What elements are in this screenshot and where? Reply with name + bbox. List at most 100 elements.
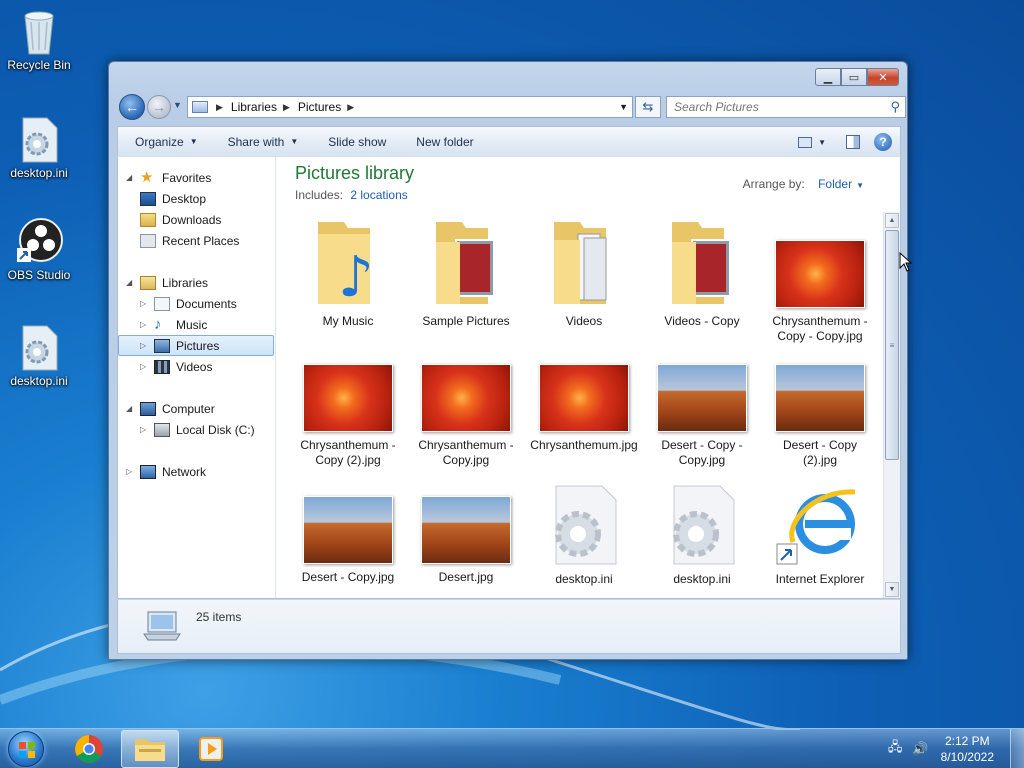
tree-computer[interactable]: ◢ Computer (126, 398, 274, 419)
address-row: ← → ▼ ▶ Libraries ▶ Pictures ▶ ▼ ⇆ ⚲ (117, 94, 906, 120)
minimize-button[interactable]: ▁ (815, 68, 841, 86)
laptop-icon (142, 610, 182, 642)
share-with-button[interactable]: Share with ▼ (228, 135, 299, 149)
close-button[interactable]: ✕ (867, 68, 899, 86)
new-folder-button[interactable]: New folder (416, 135, 473, 149)
taskbar-explorer[interactable] (121, 730, 179, 768)
file-item-sample-pictures[interactable]: Sample Pictures (411, 212, 521, 329)
file-item-chrysanthemum-copy[interactable]: Chrysanthemum - Copy.jpg (411, 364, 521, 468)
help-icon[interactable]: ? (874, 133, 892, 151)
file-item-internet-explorer[interactable]: Internet Explorer (765, 482, 875, 587)
vertical-scrollbar[interactable]: ▲ ≡ ▼ (883, 212, 900, 598)
expand-icon[interactable]: ▷ (140, 341, 150, 350)
file-item-desktop-ini[interactable]: desktop.ini (529, 482, 639, 587)
scrollbar-thumb[interactable]: ≡ (885, 230, 899, 460)
address-dropdown-icon[interactable]: ▼ (619, 102, 628, 112)
scroll-up-icon[interactable]: ▲ (885, 213, 899, 228)
tree-favorites[interactable]: ◢ ★ Favorites (126, 167, 274, 188)
change-view-icon[interactable] (798, 136, 813, 148)
pictures-folder-icon (662, 212, 742, 308)
preview-pane-icon[interactable] (846, 135, 860, 149)
file-name: Chrysanthemum - Copy - Copy.jpg (772, 314, 868, 343)
address-bar[interactable]: ▶ Libraries ▶ Pictures ▶ ▼ (187, 96, 633, 118)
file-item-desert-copy-copy[interactable]: Desert - Copy - Copy.jpg (647, 364, 757, 468)
desktop-icon-desktop-ini[interactable]: desktop.ini (1, 114, 77, 180)
tree-label: Videos (176, 359, 213, 374)
file-item-desert-copy[interactable]: Desert - Copy.jpg (293, 496, 403, 585)
desktop-icon-label: OBS Studio (7, 268, 71, 282)
desktop-icon-recycle-bin[interactable]: Recycle Bin (1, 6, 77, 72)
tree-item-downloads[interactable]: Downloads (140, 209, 274, 230)
breadcrumb-separator-icon[interactable]: ▶ (283, 102, 290, 113)
file-item-chrysanthemum[interactable]: Chrysanthemum.jpg (529, 364, 639, 453)
arrange-by-label: Arrange by: (742, 177, 805, 191)
file-item-videos[interactable]: Videos (529, 212, 639, 329)
refresh-button[interactable]: ⇆ (635, 96, 661, 118)
search-box[interactable]: ⚲ (666, 96, 906, 118)
expand-icon[interactable]: ▷ (140, 362, 150, 371)
arrange-by-dropdown[interactable]: Folder (818, 177, 852, 191)
file-item-my-music[interactable]: ♪ My Music (293, 212, 403, 329)
network-tray-icon[interactable]: 🖧 (888, 738, 903, 760)
tree-network[interactable]: ▷ Network (126, 461, 274, 482)
file-name: Sample Pictures (422, 314, 510, 328)
svg-text:♪: ♪ (338, 245, 374, 308)
favorites-star-icon: ★ (140, 168, 154, 186)
breadcrumb-separator-icon[interactable]: ▶ (216, 102, 223, 113)
view-options-dropdown-icon[interactable]: ▼ (818, 138, 826, 147)
settings-file-icon (15, 322, 63, 371)
start-button[interactable] (4, 729, 48, 768)
desktop-icon-desktop-ini-2[interactable]: desktop.ini (1, 322, 77, 388)
search-icon[interactable]: ⚲ (890, 99, 900, 115)
tree-item-music[interactable]: ▷ ♪ Music (140, 314, 274, 335)
maximize-button[interactable]: ▭ (841, 68, 867, 86)
clock[interactable]: 2:12 PM 8/10/2022 (941, 733, 994, 765)
file-item-desktop-ini-2[interactable]: desktop.ini (647, 482, 757, 587)
forward-button[interactable]: → (147, 95, 171, 119)
desktop-icon (140, 191, 156, 206)
desktop-icon-obs-studio[interactable]: OBS Studio (1, 216, 77, 282)
expand-icon[interactable]: ▷ (140, 299, 150, 308)
tree-item-documents[interactable]: ▷ Documents (140, 293, 274, 314)
details-pane: 25 items (117, 599, 901, 654)
documents-folder-icon (544, 212, 624, 308)
search-input[interactable] (674, 100, 884, 114)
breadcrumb-pictures[interactable]: Pictures (298, 100, 341, 114)
collapse-icon[interactable]: ◢ (126, 173, 136, 182)
show-desktop-button[interactable] (1010, 729, 1024, 768)
file-name: desktop.ini (673, 572, 731, 586)
volume-icon[interactable]: 🔊 (912, 741, 928, 757)
music-folder-icon: ♪ (308, 212, 388, 310)
organize-button[interactable]: Organize ▼ (135, 135, 198, 149)
taskbar-media-player[interactable] (182, 730, 240, 768)
tree-item-videos[interactable]: ▷ Videos (140, 356, 274, 377)
collapse-icon[interactable]: ◢ (126, 278, 136, 287)
tree-item-desktop[interactable]: Desktop (140, 188, 274, 209)
tree-libraries[interactable]: ◢ Libraries (126, 272, 274, 293)
breadcrumb-libraries[interactable]: Libraries (231, 100, 277, 114)
hard-drive-icon (154, 422, 170, 437)
file-item-videos-copy[interactable]: Videos - Copy (647, 212, 757, 329)
close-icon: ✕ (878, 71, 888, 84)
tree-item-recent-places[interactable]: Recent Places (140, 230, 274, 251)
scroll-down-icon[interactable]: ▼ (885, 582, 899, 597)
file-item-chrysanthemum-copy-copy[interactable]: Chrysanthemum - Copy - Copy.jpg (765, 212, 875, 344)
expand-icon[interactable]: ▷ (140, 320, 150, 329)
tree-label: Music (176, 317, 208, 332)
slide-show-button[interactable]: Slide show (328, 135, 386, 149)
breadcrumb-separator-icon[interactable]: ▶ (347, 102, 354, 113)
collapse-icon[interactable]: ◢ (126, 404, 136, 413)
file-item-desert-copy-2[interactable]: Desert - Copy (2).jpg (765, 364, 875, 468)
recent-pages-dropdown[interactable]: ▼ (173, 100, 182, 110)
tree-item-local-disk[interactable]: ▷ Local Disk (C:) (140, 419, 274, 440)
tree-item-pictures[interactable]: ▷ Pictures (118, 335, 274, 356)
file-name: Videos (565, 314, 603, 328)
expand-icon[interactable]: ▷ (140, 425, 150, 434)
includes-locations-link[interactable]: 2 locations (350, 188, 407, 202)
taskbar-chrome[interactable] (60, 730, 118, 768)
file-item-desert[interactable]: Desert.jpg (411, 496, 521, 585)
expand-icon[interactable]: ▷ (126, 467, 136, 476)
back-button[interactable]: ← (119, 94, 145, 120)
chevron-down-icon[interactable]: ▼ (856, 181, 864, 190)
file-item-chrysanthemum-copy-2[interactable]: Chrysanthemum - Copy (2).jpg (293, 364, 403, 468)
